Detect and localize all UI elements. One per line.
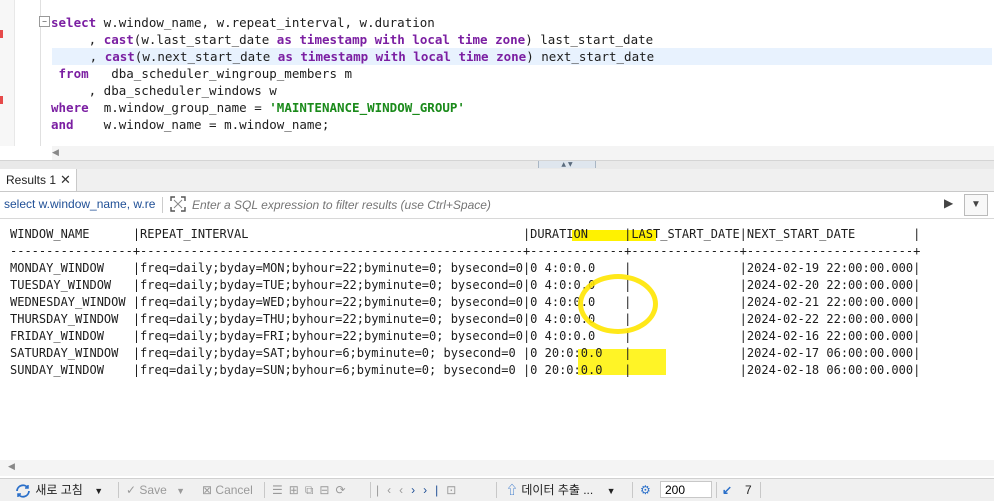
sql-editor[interactable]: − select w.window_name, w.repeat_interva… xyxy=(0,0,994,146)
settings-icon[interactable]: ⚙ xyxy=(640,482,651,498)
code-line: , cast(w.last_start_date as timestamp wi… xyxy=(51,32,654,47)
cancel-label: Cancel xyxy=(215,483,253,497)
error-marker xyxy=(0,30,3,38)
code-line: from dba_scheduler_wingroup_members m xyxy=(51,66,353,81)
fetch-all-icon[interactable]: ⊡ xyxy=(446,483,464,497)
add-row-icon[interactable]: ⊞ xyxy=(289,483,305,497)
result-row[interactable]: SUNDAY_WINDOW |freq=daily;byday=SUN;byho… xyxy=(10,362,920,379)
chevron-down-icon[interactable]: ▼ xyxy=(176,486,185,496)
filter-bar: select w.window_name, w.re ▶ ▼ xyxy=(0,192,994,219)
refresh-button[interactable]: 새로 고침 ▼ xyxy=(14,482,103,498)
results-tab-bar: Results 1 ✕ xyxy=(0,169,994,192)
apply-filter-icon[interactable]: ▶ xyxy=(944,196,953,210)
save-button[interactable]: ✓ Save ▼ xyxy=(126,482,185,498)
row-count: 7 xyxy=(745,483,752,497)
divider xyxy=(716,482,717,498)
code-line: , cast(w.next_start_date as timestamp wi… xyxy=(52,48,992,65)
fetch-size-input[interactable] xyxy=(660,481,712,498)
prev-page-icon[interactable]: ‹ xyxy=(399,483,411,497)
tab-label: Results 1 xyxy=(6,173,57,187)
row-count-icon: ↙ xyxy=(722,483,733,497)
code-line: , dba_scheduler_windows w xyxy=(51,83,277,98)
filter-input[interactable] xyxy=(190,195,934,215)
divider xyxy=(264,482,265,498)
tab-results-1[interactable]: Results 1 ✕ xyxy=(0,169,77,191)
first-page-icon[interactable]: |‹ xyxy=(376,483,399,497)
edit-row-icon[interactable]: ☰ xyxy=(272,483,289,497)
splitter-grip-icon[interactable]: ▲ ▼ xyxy=(538,161,596,168)
chevron-down-icon[interactable]: ▼ xyxy=(607,486,616,496)
divider xyxy=(760,482,761,498)
chevron-down-icon[interactable]: ▼ xyxy=(94,486,103,496)
cancel-box-icon: ⊠ xyxy=(202,483,213,497)
close-icon[interactable]: ✕ xyxy=(60,173,72,186)
scroll-left-icon[interactable]: ◀ xyxy=(52,148,59,158)
pagination: |‹‹››|⊡ xyxy=(376,482,464,498)
bottom-toolbar: 새로 고침 ▼ ✓ Save ▼ ⊠ Cancel ☰⊞⧉⊟⟳ |‹‹››|⊡ … xyxy=(0,478,994,501)
result-row[interactable]: THURSDAY_WINDOW |freq=daily;byday=THU;by… xyxy=(10,311,920,328)
results-header: WINDOW_NAME |REPEAT_INTERVAL |DURATION |… xyxy=(10,227,921,241)
next-page-icon[interactable]: › xyxy=(411,483,423,497)
result-row[interactable]: FRIDAY_WINDOW |freq=daily;byday=FRI;byho… xyxy=(10,328,920,345)
copy-row-icon[interactable]: ⧉ xyxy=(305,483,320,497)
results-text-panel[interactable]: WINDOW_NAME |REPEAT_INTERVAL |DURATION |… xyxy=(0,220,994,460)
result-row[interactable]: MONDAY_WINDOW |freq=daily;byday=MON;byho… xyxy=(10,260,920,277)
refresh-label: 새로 고침 xyxy=(35,483,83,497)
query-preview[interactable]: select w.window_name, w.re xyxy=(4,197,163,213)
results-horizontal-scrollbar[interactable]: ◀ xyxy=(0,460,994,476)
divider xyxy=(496,482,497,498)
results-divider: -----------------+----------------------… xyxy=(10,244,921,258)
result-row[interactable]: TUESDAY_WINDOW |freq=daily;byday=TUE;byh… xyxy=(10,277,920,294)
editor-gutter xyxy=(0,0,15,146)
filter-history-dropdown[interactable]: ▼ xyxy=(964,194,988,216)
code-line: where m.window_group_name = 'MAINTENANCE… xyxy=(51,100,465,115)
divider xyxy=(118,482,119,498)
editor-horizontal-scrollbar[interactable]: ◀ xyxy=(52,146,994,160)
export-button[interactable]: ⇧ 데이터 추출 ... ▼ xyxy=(506,482,616,498)
editor-text-area[interactable]: − select w.window_name, w.repeat_interva… xyxy=(39,0,994,146)
expand-icon[interactable] xyxy=(170,196,186,212)
fold-toggle-icon[interactable]: − xyxy=(39,16,50,27)
row-edit-tools[interactable]: ☰⊞⧉⊟⟳ xyxy=(272,482,352,498)
scroll-left-icon[interactable]: ◀ xyxy=(8,462,15,472)
last-page-icon[interactable]: ›| xyxy=(423,483,446,497)
refresh-row-icon[interactable]: ⟳ xyxy=(335,483,351,497)
save-label: Save xyxy=(139,483,167,497)
cancel-button[interactable]: ⊠ Cancel xyxy=(202,482,253,498)
result-row[interactable]: SATURDAY_WINDOW |freq=daily;byday=SAT;by… xyxy=(10,345,920,362)
divider xyxy=(370,482,371,498)
export-label: 데이터 추출 ... xyxy=(521,483,594,497)
result-row[interactable]: WEDNESDAY_WINDOW |freq=daily;byday=WED;b… xyxy=(10,294,920,311)
delete-row-icon[interactable]: ⊟ xyxy=(319,483,335,497)
divider xyxy=(632,482,633,498)
code-line: select w.window_name, w.repeat_interval,… xyxy=(51,15,435,30)
error-marker xyxy=(0,96,3,104)
annotation-circle xyxy=(578,274,658,334)
check-circle-icon: ✓ xyxy=(126,483,137,497)
export-icon: ⇧ xyxy=(506,483,519,497)
refresh-icon xyxy=(16,484,30,498)
code-line: and w.window_name = m.window_name; xyxy=(51,117,330,132)
